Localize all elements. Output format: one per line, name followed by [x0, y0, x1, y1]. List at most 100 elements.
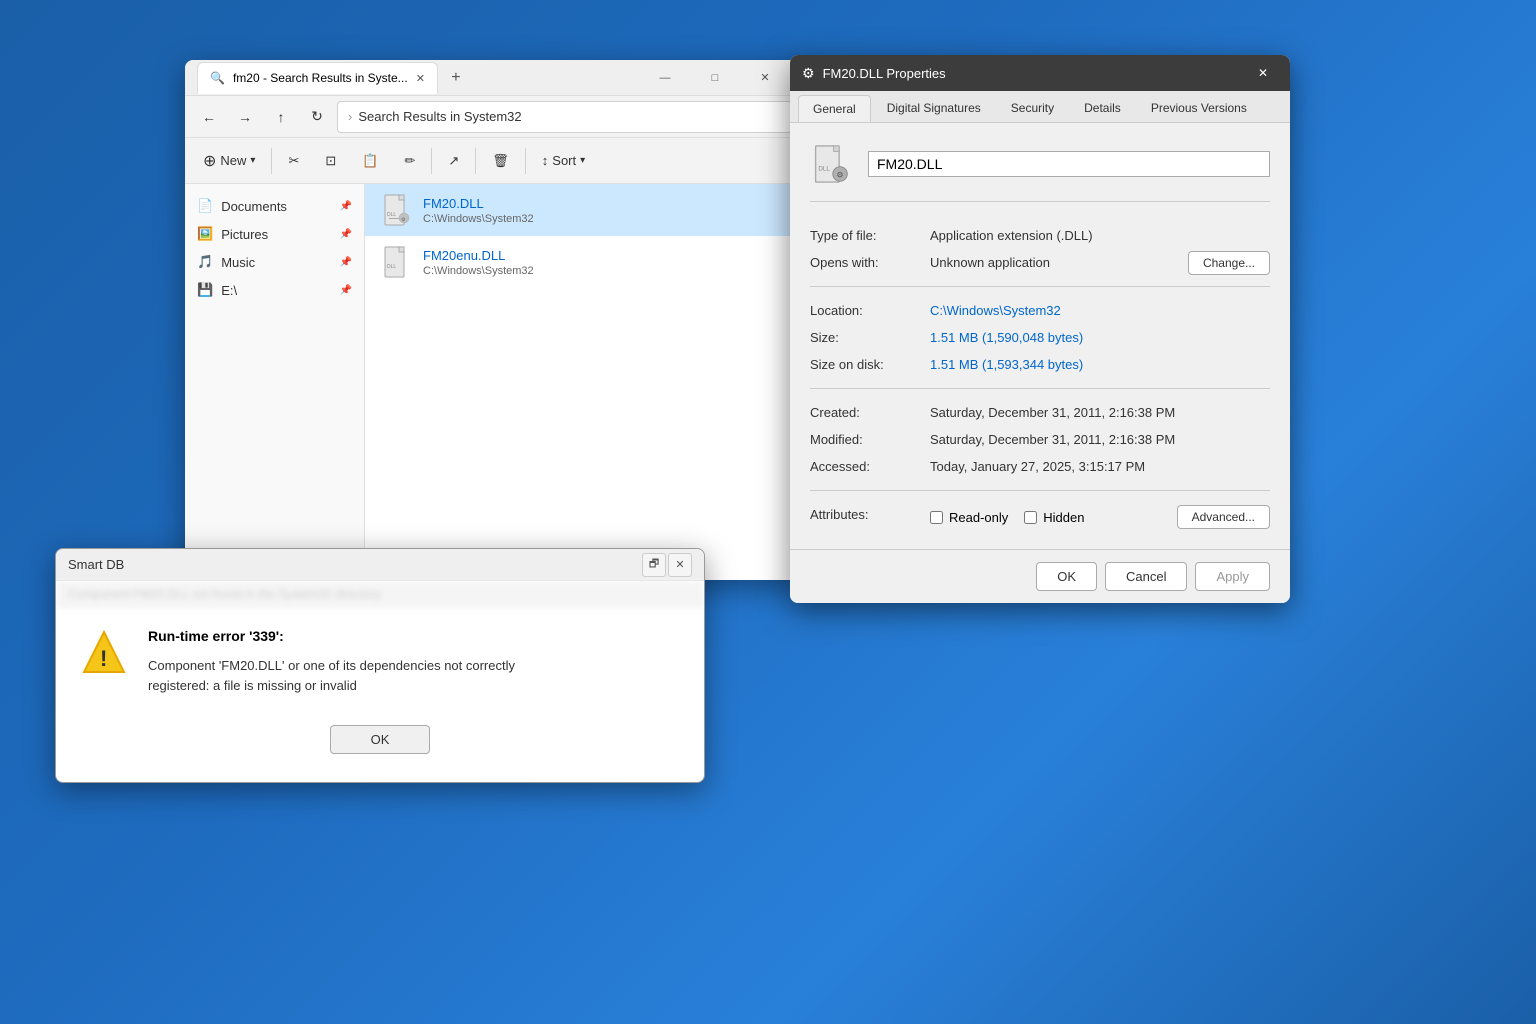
drive-icon: 💾 [197, 282, 213, 298]
sidebar-item-pictures[interactable]: 🖼️ Pictures 📌 [185, 220, 364, 248]
readonly-checkbox[interactable] [930, 511, 943, 524]
svg-text:!: ! [100, 646, 107, 671]
error-titlebar: Smart DB 🗗 ✕ [56, 549, 704, 581]
sort-icon: ↕ [542, 153, 549, 168]
new-button[interactable]: ⊕ New ▾ [193, 144, 265, 178]
pin-icon-3: 📌 [340, 257, 352, 268]
readonly-label: Read-only [949, 510, 1008, 525]
rename-icon: ✏ [404, 153, 415, 169]
svg-text:DLL: DLL [818, 165, 830, 172]
up-button[interactable]: ↑ [265, 101, 297, 133]
file-icon-fm20dll: DLL ⚙ [381, 192, 413, 228]
address-separator: › [348, 109, 352, 124]
error-titlebar-controls: 🗗 ✕ [642, 553, 692, 577]
blurred-text: Component FM20.DLL not found in the Syst… [56, 581, 704, 608]
properties-window: ⚙ FM20.DLL Properties ✕ General Digital … [790, 55, 1290, 603]
tab-previous-versions[interactable]: Previous Versions [1137, 95, 1261, 122]
file-name-fm20enudll: FM20enu.DLL [423, 248, 534, 263]
svg-text:DLL: DLL [387, 212, 396, 218]
created-label: Created: [810, 399, 930, 426]
cut-button[interactable]: ✂ [278, 144, 309, 178]
tab-security[interactable]: Security [997, 95, 1068, 122]
properties-title: FM20.DLL Properties [823, 66, 1240, 81]
sort-button[interactable]: ↕ Sort ▾ [532, 144, 595, 178]
copy-button[interactable]: ⊡ [315, 144, 346, 178]
properties-footer: OK Cancel Apply [790, 549, 1290, 603]
tab-bar: 🔍 fm20 - Search Results in Syste... ✕ + [197, 62, 642, 94]
cancel-button[interactable]: Cancel [1105, 562, 1187, 591]
file-item-fm20enudll[interactable]: DLL FM20enu.DLL C:\Windows\System32 [365, 236, 800, 288]
new-tab-button[interactable]: + [442, 64, 470, 92]
warning-icon: ! [80, 628, 128, 676]
sidebar-item-pictures-label: Pictures [221, 227, 268, 242]
properties-tabs: General Digital Signatures Security Deta… [790, 91, 1290, 123]
tab-details[interactable]: Details [1070, 95, 1135, 122]
properties-titlebar: ⚙ FM20.DLL Properties ✕ [790, 55, 1290, 91]
prop-filename-row: DLL ⚙ [810, 143, 1270, 202]
created-value: Saturday, December 31, 2011, 2:16:38 PM [930, 399, 1270, 426]
size-on-disk-label: Size on disk: [810, 351, 930, 378]
explorer-tab-active[interactable]: 🔍 fm20 - Search Results in Syste... ✕ [197, 62, 438, 94]
back-button[interactable]: ← [193, 101, 225, 133]
sidebar-item-music-label: Music [221, 255, 255, 270]
ribbon-separator-1 [271, 148, 272, 174]
documents-icon: 📄 [197, 198, 213, 214]
location-label: Location: [810, 297, 930, 324]
tab-close-icon[interactable]: ✕ [416, 72, 425, 85]
delete-icon: 🗑 [492, 153, 509, 169]
explorer-file-list: DLL ⚙ FM20.DLL C:\Windows\System32 [365, 184, 800, 580]
opens-label: Opens with: [810, 249, 930, 276]
pin-icon: 📌 [340, 201, 352, 212]
tab-title: fm20 - Search Results in Syste... [233, 71, 408, 85]
sort-dropdown-icon: ▾ [580, 155, 585, 166]
change-button[interactable]: Change... [1188, 251, 1270, 275]
type-label: Type of file: [810, 222, 930, 249]
size-on-disk-value: 1.51 MB (1,593,344 bytes) [930, 351, 1270, 378]
explorer-sidebar: 📄 Documents 📌 🖼️ Pictures 📌 🎵 Music 📌 💾 … [185, 184, 365, 580]
address-bar[interactable]: › Search Results in System32 [337, 101, 792, 133]
explorer-close-button[interactable]: ✕ [742, 62, 788, 94]
hidden-checkbox[interactable] [1024, 511, 1037, 524]
refresh-button[interactable]: ↻ [301, 101, 333, 133]
svg-text:⚙: ⚙ [836, 171, 843, 180]
error-ok-button[interactable]: OK [330, 725, 431, 754]
error-dialog: Smart DB 🗗 ✕ Component FM20.DLL not foun… [55, 548, 705, 783]
new-dropdown-icon: ▾ [250, 155, 255, 166]
readonly-checkbox-label[interactable]: Read-only [930, 510, 1008, 525]
share-button[interactable]: ↗ [438, 144, 469, 178]
properties-close-button[interactable]: ✕ [1248, 58, 1278, 88]
delete-button[interactable]: 🗑 [482, 144, 519, 178]
ok-button[interactable]: OK [1036, 562, 1097, 591]
error-close-button[interactable]: ✕ [668, 553, 692, 577]
separator-2 [810, 388, 1270, 389]
explorer-titlebar: 🔍 fm20 - Search Results in Syste... ✕ + … [185, 60, 800, 96]
separator-3 [810, 490, 1270, 491]
sidebar-item-drive-e[interactable]: 💾 E:\ 📌 [185, 276, 364, 304]
ribbon-separator-2 [431, 148, 432, 174]
file-info-fm20enudll: FM20enu.DLL C:\Windows\System32 [423, 248, 534, 277]
hidden-checkbox-label[interactable]: Hidden [1024, 510, 1084, 525]
paste-icon: 📋 [362, 153, 378, 169]
sidebar-item-music[interactable]: 🎵 Music 📌 [185, 248, 364, 276]
filename-input[interactable] [868, 151, 1270, 177]
opens-value: Unknown application [930, 249, 1180, 276]
explorer-minimize-button[interactable]: — [642, 62, 688, 94]
forward-button[interactable]: → [229, 101, 261, 133]
search-icon: 🔍 [210, 71, 225, 85]
location-value: C:\Windows\System32 [930, 297, 1270, 324]
file-path-fm20enudll: C:\Windows\System32 [423, 265, 534, 277]
explorer-maximize-button[interactable]: □ [692, 62, 738, 94]
apply-button[interactable]: Apply [1195, 562, 1270, 591]
error-message: Component 'FM20.DLL' or one of its depen… [148, 656, 680, 695]
svg-text:⚙: ⚙ [401, 217, 406, 223]
advanced-button[interactable]: Advanced... [1177, 505, 1270, 529]
file-item-fm20dll[interactable]: DLL ⚙ FM20.DLL C:\Windows\System32 [365, 184, 800, 236]
file-info-fm20dll: FM20.DLL C:\Windows\System32 [423, 196, 534, 225]
rename-button[interactable]: ✏ [394, 144, 425, 178]
paste-button[interactable]: 📋 [352, 144, 388, 178]
tab-digital-signatures[interactable]: Digital Signatures [873, 95, 995, 122]
sidebar-item-documents[interactable]: 📄 Documents 📌 [185, 192, 364, 220]
music-icon: 🎵 [197, 254, 213, 270]
tab-general[interactable]: General [798, 95, 871, 122]
error-restore-button[interactable]: 🗗 [642, 553, 666, 577]
